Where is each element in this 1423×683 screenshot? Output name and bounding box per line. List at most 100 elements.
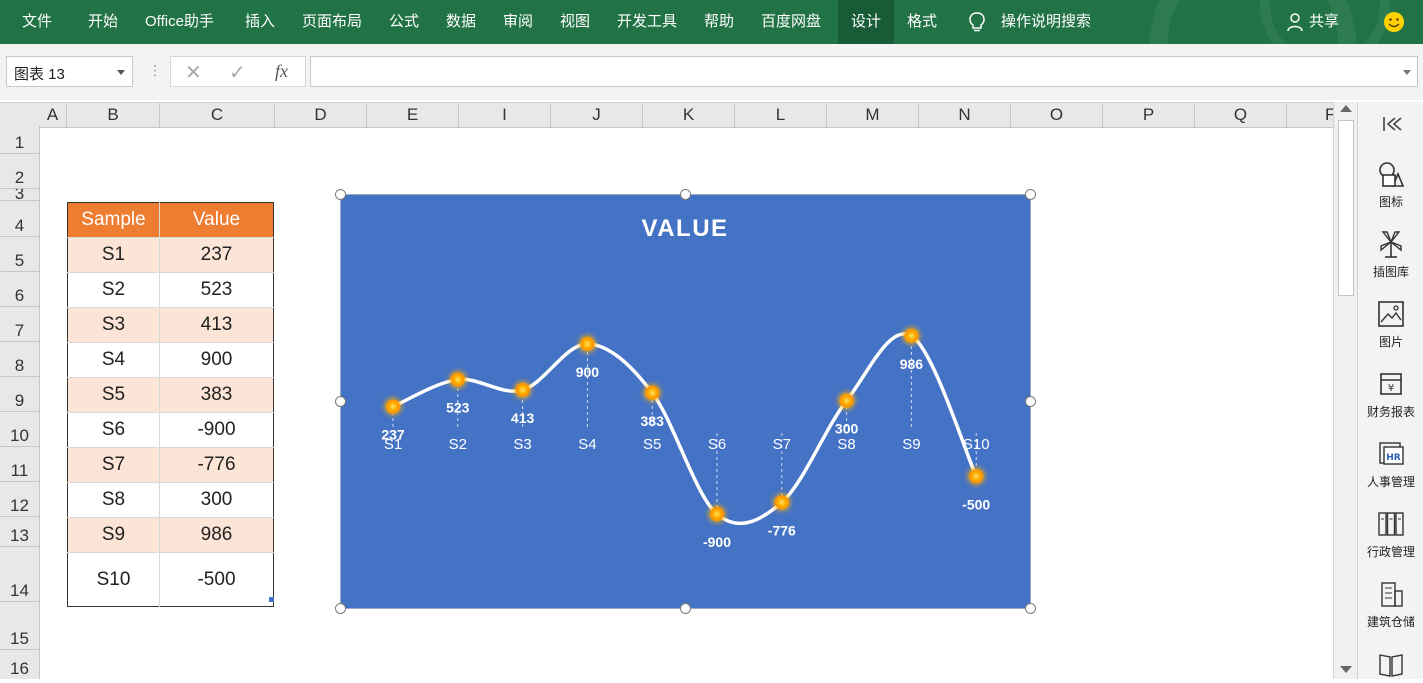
data-point-marker[interactable]	[839, 393, 854, 408]
column-header-l[interactable]: L	[735, 103, 827, 127]
data-label[interactable]: 383	[641, 413, 665, 429]
data-point-marker[interactable]	[710, 507, 724, 522]
side-item-icons[interactable]: 图标	[1358, 160, 1423, 210]
chart-title[interactable]: VALUE	[641, 215, 728, 242]
share-button[interactable]: 共享	[1309, 0, 1339, 44]
column-header-a[interactable]: A	[39, 103, 67, 127]
cell-sample[interactable]: S3	[67, 307, 160, 343]
fill-handle[interactable]	[269, 597, 274, 602]
side-item-finance[interactable]: ¥ 财务报表	[1358, 370, 1423, 420]
chevron-down-icon[interactable]	[117, 70, 125, 75]
row-header[interactable]: 14	[0, 547, 39, 602]
tab-help[interactable]: 帮助	[704, 0, 734, 44]
data-point-marker[interactable]	[386, 399, 400, 414]
cell-value[interactable]: 237	[159, 237, 274, 273]
chevron-down-icon[interactable]	[1403, 70, 1411, 75]
series-line[interactable]	[392, 332, 978, 526]
row-header[interactable]: 7	[0, 307, 39, 342]
row-header[interactable]: 3	[0, 189, 39, 201]
tab-view[interactable]: 视图	[560, 0, 590, 44]
cell-sample[interactable]: S9	[67, 517, 160, 553]
cell-value[interactable]: 300	[159, 482, 274, 518]
data-point-marker[interactable]	[450, 372, 465, 387]
data-label[interactable]: 300	[835, 421, 859, 437]
header-value[interactable]: Value	[159, 202, 274, 238]
cancel-icon[interactable]: ✕	[185, 60, 202, 85]
row-header[interactable]: 12	[0, 482, 39, 517]
data-point-marker[interactable]	[515, 382, 530, 397]
column-header-e[interactable]: E	[367, 103, 459, 127]
side-item-construction[interactable]: 建筑仓储	[1358, 580, 1423, 630]
data-point-marker[interactable]	[904, 328, 919, 343]
side-item-pictures[interactable]: 图片	[1358, 300, 1423, 350]
data-label[interactable]: -500	[962, 496, 990, 512]
collapse-icon[interactable]	[1358, 114, 1423, 140]
cell-sample[interactable]: S10	[67, 552, 160, 607]
tab-baidu-netdisk[interactable]: 百度网盘	[761, 0, 821, 44]
column-header-m[interactable]: M	[827, 103, 919, 127]
side-item-admin[interactable]: 行政管理	[1358, 510, 1423, 560]
resize-handle[interactable]	[335, 396, 346, 407]
cell-value[interactable]: 900	[159, 342, 274, 378]
resize-handle[interactable]	[335, 603, 346, 614]
column-header-q[interactable]: Q	[1195, 103, 1287, 127]
tab-home[interactable]: 开始	[88, 0, 118, 44]
cell-value[interactable]: -776	[159, 447, 274, 483]
check-icon[interactable]: ✓	[229, 60, 246, 85]
row-header[interactable]: 8	[0, 342, 39, 377]
row-header[interactable]: 9	[0, 377, 39, 412]
formula-input[interactable]	[310, 56, 1418, 87]
cell-sample[interactable]: S1	[67, 237, 160, 273]
cell-value[interactable]: 523	[159, 272, 274, 308]
data-point-marker[interactable]	[580, 336, 595, 351]
side-item-illustrations[interactable]: 插图库	[1358, 230, 1423, 280]
tab-format[interactable]: 格式	[907, 0, 937, 44]
data-point-marker[interactable]	[774, 495, 789, 510]
cell-sample[interactable]: S8	[67, 482, 160, 518]
row-header[interactable]: 1	[0, 126, 39, 154]
column-header-j[interactable]: J	[551, 103, 643, 127]
row-header[interactable]: 2	[0, 154, 39, 189]
side-item-book[interactable]	[1358, 650, 1423, 683]
column-header-p[interactable]: P	[1103, 103, 1195, 127]
column-header-o[interactable]: O	[1011, 103, 1103, 127]
name-box[interactable]: 图表 13	[6, 56, 133, 87]
tab-insert[interactable]: 插入	[245, 0, 275, 44]
row-header[interactable]: 13	[0, 517, 39, 547]
cell-value[interactable]: 413	[159, 307, 274, 343]
cell-value[interactable]: 986	[159, 517, 274, 553]
header-sample[interactable]: Sample	[67, 202, 160, 238]
tab-review[interactable]: 审阅	[503, 0, 533, 44]
tab-formulas[interactable]: 公式	[389, 0, 419, 44]
tab-design[interactable]: 设计	[838, 0, 895, 44]
data-label[interactable]: 237	[381, 427, 405, 443]
tab-data[interactable]: 数据	[446, 0, 476, 44]
data-label[interactable]: -900	[703, 534, 731, 550]
scroll-thumb[interactable]	[1338, 120, 1354, 296]
resize-handle[interactable]	[680, 603, 691, 614]
cell-sample[interactable]: S4	[67, 342, 160, 378]
chart-area[interactable]: VALUE S1 S2 S3 S4 S5 S6 S7 S8 S9 S10 237 523 413 900…	[340, 194, 1031, 609]
resize-handle[interactable]	[1025, 189, 1036, 200]
side-item-hr[interactable]: HR 人事管理	[1358, 440, 1423, 490]
data-label[interactable]: 900	[576, 364, 600, 380]
tab-developer[interactable]: 开发工具	[617, 0, 677, 44]
resize-handle[interactable]	[680, 189, 691, 200]
tell-me-search[interactable]: 操作说明搜索	[1001, 0, 1091, 44]
column-header-b[interactable]: B	[67, 103, 160, 127]
row-header[interactable]: 6	[0, 272, 39, 307]
column-header-d[interactable]: D	[275, 103, 367, 127]
resize-handle[interactable]	[335, 189, 346, 200]
column-header-i[interactable]: I	[459, 103, 551, 127]
resize-handle[interactable]	[1025, 396, 1036, 407]
vertical-scrollbar[interactable]	[1333, 102, 1358, 679]
fx-button[interactable]: fx	[275, 61, 288, 82]
scroll-down-icon[interactable]	[1340, 666, 1352, 673]
row-header[interactable]: 11	[0, 447, 39, 482]
cell-sample[interactable]: S7	[67, 447, 160, 483]
row-header[interactable]: 15	[0, 602, 39, 650]
column-header-c[interactable]: C	[160, 103, 275, 127]
smiley-icon[interactable]	[1383, 0, 1405, 44]
cell-value[interactable]: -500	[159, 552, 274, 607]
row-header[interactable]: 16	[0, 650, 39, 679]
